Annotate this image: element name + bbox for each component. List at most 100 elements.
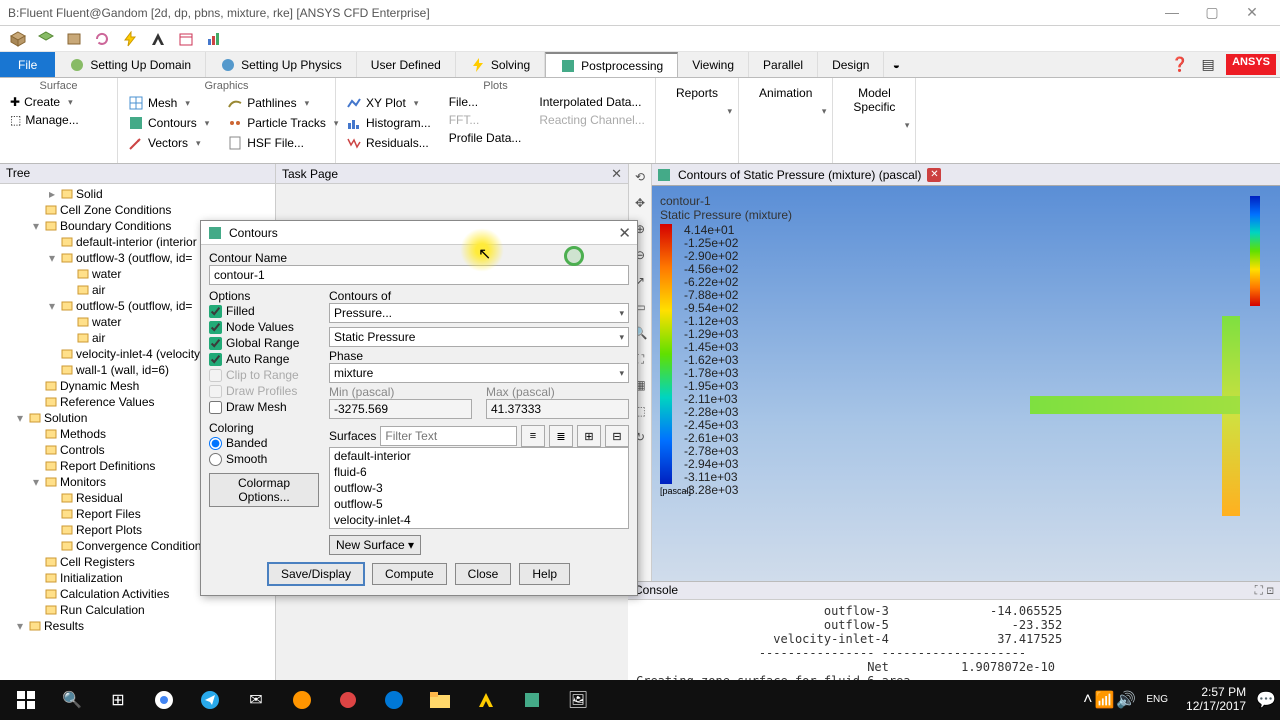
surface-item[interactable]: fluid-6	[330, 464, 628, 480]
firefox-icon[interactable]	[280, 682, 324, 718]
hsf-file-button[interactable]: HSF File...	[223, 134, 342, 152]
interpolated-data-button[interactable]: Interpolated Data...	[535, 94, 648, 110]
model-specific-button[interactable]: Model Specific	[839, 80, 909, 120]
contours-of-select[interactable]: Pressure...▾	[329, 303, 629, 323]
tray-up-icon[interactable]: ˄	[1083, 682, 1092, 718]
surface-btn2[interactable]: ≣	[549, 425, 573, 447]
chart-icon[interactable]	[204, 29, 224, 49]
tray-wifi-icon[interactable]: 📶	[1095, 682, 1115, 718]
refresh-icon[interactable]	[92, 29, 112, 49]
tab-file[interactable]: File	[0, 52, 55, 77]
mail-icon[interactable]: ✉	[234, 682, 278, 718]
bolt-icon[interactable]	[120, 29, 140, 49]
minimize-button[interactable]: —	[1152, 3, 1192, 23]
compute-button[interactable]: Compute	[372, 563, 447, 585]
tab-parallel[interactable]: Parallel	[749, 52, 818, 77]
ansys-a-icon[interactable]	[148, 29, 168, 49]
tab-design[interactable]: Design	[818, 52, 884, 77]
visualization-canvas[interactable]: contour-1Static Pressure (mixture) 4.14e…	[652, 186, 1280, 581]
mesh-button[interactable]: Mesh▾	[124, 94, 213, 112]
tray-volume-icon[interactable]: 🔊	[1116, 682, 1136, 718]
close-dialog-button[interactable]: Close	[455, 563, 512, 585]
xy-plot-button[interactable]: XY Plot▾	[342, 94, 435, 112]
surfaces-filter-input[interactable]	[380, 426, 517, 446]
help-dialog-button[interactable]: Help	[519, 563, 570, 585]
phase-select[interactable]: mixture▾	[329, 363, 629, 383]
save-display-button[interactable]: Save/Display	[268, 563, 364, 585]
surfaces-list[interactable]: default-interiorfluid-6outflow-3outflow-…	[329, 447, 629, 529]
file-plot-button[interactable]: File...	[445, 94, 526, 110]
telegram-icon[interactable]	[188, 682, 232, 718]
tree-node[interactable]: ▾Results	[0, 618, 275, 634]
pathlines-button[interactable]: Pathlines▾	[223, 94, 342, 112]
surface-item[interactable]: outflow-3	[330, 480, 628, 496]
move-icon[interactable]: ✥	[631, 194, 649, 212]
more-tabs-icon[interactable]: ◒	[884, 52, 908, 77]
filled-checkbox[interactable]: Filled	[209, 303, 319, 319]
auto-range-checkbox[interactable]: Auto Range	[209, 351, 319, 367]
photos-icon[interactable]: 🖼	[556, 682, 600, 718]
variable-select[interactable]: Static Pressure▾	[329, 327, 629, 347]
tree-node[interactable]: ▸Solid	[0, 186, 275, 202]
global-range-checkbox[interactable]: Global Range	[209, 335, 319, 351]
surface-item[interactable]: velocity-inlet-4	[330, 512, 628, 528]
contour-name-input[interactable]	[209, 265, 629, 285]
edge-icon[interactable]	[372, 682, 416, 718]
histogram-button[interactable]: Histogram...	[342, 114, 435, 132]
node-values-checkbox[interactable]: Node Values	[209, 319, 319, 335]
reports-button[interactable]: Reports	[662, 80, 732, 106]
maximize-button[interactable]: ▢	[1192, 3, 1232, 23]
surface-item[interactable]: outflow-5	[330, 496, 628, 512]
task-page-close-icon[interactable]: ✕	[611, 166, 622, 182]
record-icon[interactable]	[326, 682, 370, 718]
tab-solving[interactable]: Solving	[456, 52, 545, 77]
layout-icon[interactable]: ▤	[1194, 52, 1222, 77]
create-button[interactable]: ✚Create▾	[6, 94, 111, 110]
max-input[interactable]	[486, 399, 629, 419]
visualization-close-icon[interactable]: ✕	[927, 168, 941, 182]
dialog-close-icon[interactable]: ✕	[618, 224, 631, 242]
surface-item[interactable]: default-interior	[330, 448, 628, 464]
close-button[interactable]: ✕	[1232, 3, 1272, 23]
calendar-icon[interactable]	[176, 29, 196, 49]
manage-button[interactable]: ⬚Manage...	[6, 112, 111, 128]
tab-postprocessing[interactable]: Postprocessing	[545, 52, 678, 77]
explorer-icon[interactable]	[418, 682, 462, 718]
animation-button[interactable]: Animation	[745, 80, 826, 106]
search-icon[interactable]: 🔍	[50, 682, 94, 718]
tray-clock[interactable]: 2:57 PM12/17/2017	[1178, 686, 1254, 714]
chrome-icon[interactable]	[142, 682, 186, 718]
smooth-radio[interactable]: Smooth	[209, 451, 319, 467]
tray-notifications-icon[interactable]: 💬	[1256, 682, 1276, 718]
box-icon[interactable]	[8, 29, 28, 49]
residuals-button[interactable]: Residuals...	[342, 134, 435, 152]
draw-mesh-checkbox[interactable]: Draw Mesh	[209, 399, 319, 415]
surface-btn1[interactable]: ≡	[521, 425, 545, 447]
tray-lang[interactable]: ENG	[1138, 694, 1176, 706]
tab-user-defined[interactable]: User Defined	[357, 52, 456, 77]
contours-button[interactable]: Contours▾	[124, 114, 213, 132]
reset-view-icon[interactable]: ⟲	[631, 168, 649, 186]
tab-setting-up-domain[interactable]: Setting Up Domain	[55, 52, 206, 77]
new-surface-button[interactable]: New Surface ▾	[329, 535, 421, 555]
help-icon[interactable]: ❓	[1166, 52, 1194, 77]
profile-data-button[interactable]: Profile Data...	[445, 130, 526, 146]
vectors-button[interactable]: Vectors▾	[124, 134, 213, 152]
tree-node[interactable]: Run Calculation	[0, 602, 275, 618]
ansys-taskbar-icon[interactable]	[464, 682, 508, 718]
tab-setting-up-physics[interactable]: Setting Up Physics	[206, 52, 357, 77]
tree-node[interactable]: Cell Zone Conditions	[0, 202, 275, 218]
box2-icon[interactable]	[36, 29, 56, 49]
taskview-icon[interactable]: ⊞	[96, 682, 140, 718]
box3-icon[interactable]	[64, 29, 84, 49]
surface-btn4[interactable]: ⊟	[605, 425, 629, 447]
min-input[interactable]	[329, 399, 472, 419]
surface-btn3[interactable]: ⊞	[577, 425, 601, 447]
tab-viewing[interactable]: Viewing	[678, 52, 749, 77]
particle-tracks-button[interactable]: Particle Tracks▾	[223, 114, 342, 132]
banded-radio[interactable]: Banded	[209, 435, 319, 451]
fft-button[interactable]: FFT...	[445, 112, 526, 128]
fluent-taskbar-icon[interactable]	[510, 682, 554, 718]
console-output[interactable]: outflow-3 -14.065525 outflow-5 -23.352 v…	[628, 600, 1280, 680]
colormap-options-button[interactable]: Colormap Options...	[209, 473, 319, 507]
